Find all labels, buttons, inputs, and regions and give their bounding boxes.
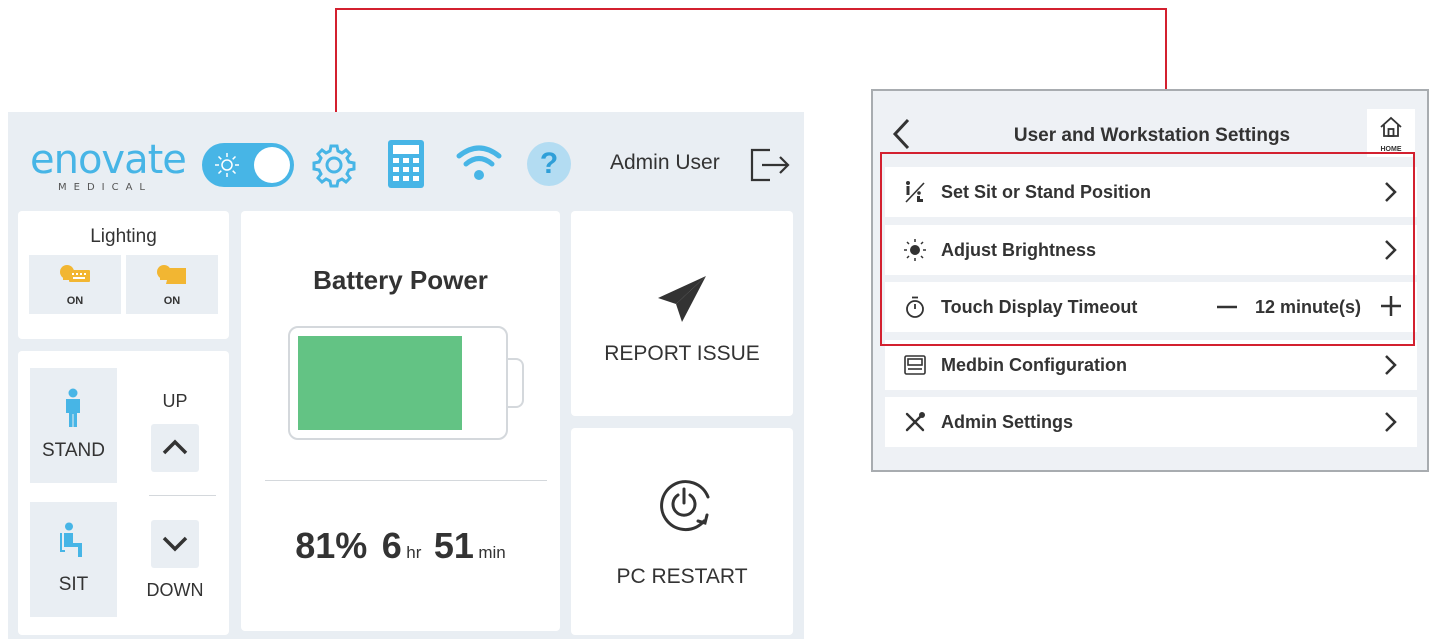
settings-title: User and Workstation Settings [1013,125,1291,146]
battery-percent: 81% [295,525,368,566]
height-control-card: STAND SIT UP DOWN [18,351,229,635]
standing-person-icon [66,388,80,427]
toggle-knob [254,147,290,183]
gear-icon[interactable] [310,141,358,189]
stand-button[interactable]: STAND [30,368,117,483]
keyboard-light-button[interactable]: ON [29,255,121,314]
battery-readout: 81% 6 hr 51 min [241,525,560,567]
paper-plane-icon [658,276,706,322]
setting-label: Medbin Configuration [941,355,1127,375]
sit-label: SIT [58,574,89,595]
power-restart-icon [660,480,710,532]
battery-level-fill [298,336,462,430]
battery-card: Battery Power 81% 6 hr 51 min [241,211,560,631]
down-label: DOWN [146,580,204,600]
sit-button[interactable]: SIT [30,502,117,617]
calculator-icon[interactable] [386,138,426,190]
setting-row-medbin[interactable]: Medbin Configuration [885,340,1417,390]
chevron-right-icon [1385,355,1397,375]
current-user-label: Admin User [610,151,720,174]
keyboard-light-state: ON [66,295,84,307]
logout-icon[interactable] [748,142,792,186]
callout-highlight-box [880,152,1415,346]
help-icon[interactable]: ? [527,142,571,186]
logo-word: enovate [30,137,187,183]
pc-restart-label: PC RESTART [616,565,748,588]
task-light-icon [157,265,186,284]
sun-icon [215,153,239,177]
chevron-up-icon [162,439,188,455]
wifi-icon[interactable] [454,142,504,184]
medbin-icon [904,355,926,375]
battery-terminal [508,358,524,408]
lighting-title: Lighting [90,226,157,247]
battery-minutes: 51 [433,525,474,566]
pc-restart-button[interactable]: PC RESTART [571,428,793,635]
tools-icon [905,412,925,432]
setting-label: Admin Settings [941,412,1074,432]
battery-minutes-unit: min [478,543,506,562]
keyboard-light-icon [60,265,90,282]
setting-row-admin[interactable]: Admin Settings [885,397,1417,447]
enovate-logo: enovate MEDICAL [30,137,187,193]
battery-hours: 6 [381,525,402,566]
report-issue-label: REPORT ISSUE [604,342,760,365]
lighting-card: Lighting ON ON [18,211,229,339]
up-label: UP [162,391,188,411]
stand-label: STAND [42,440,105,461]
logo-subtitle: MEDICAL [58,182,152,193]
chevron-down-icon [162,536,188,552]
task-light-button[interactable]: ON [126,255,218,314]
report-issue-button[interactable]: REPORT ISSUE [571,211,793,416]
battery-hours-unit: hr [406,543,422,562]
battery-divider [265,480,547,481]
up-button[interactable] [151,424,199,472]
home-button[interactable]: HOME [1367,109,1415,157]
workstation-home-screen: enovate MEDICAL ? Admin User Lighting ON… [8,112,804,639]
height-divider [149,495,216,496]
brightness-toggle[interactable] [202,143,294,187]
chevron-right-icon [1385,412,1397,432]
task-light-state: ON [163,295,181,307]
home-icon [1380,116,1402,137]
battery-title: Battery Power [313,265,488,295]
down-button[interactable] [151,520,199,568]
sitting-person-icon [60,522,82,557]
